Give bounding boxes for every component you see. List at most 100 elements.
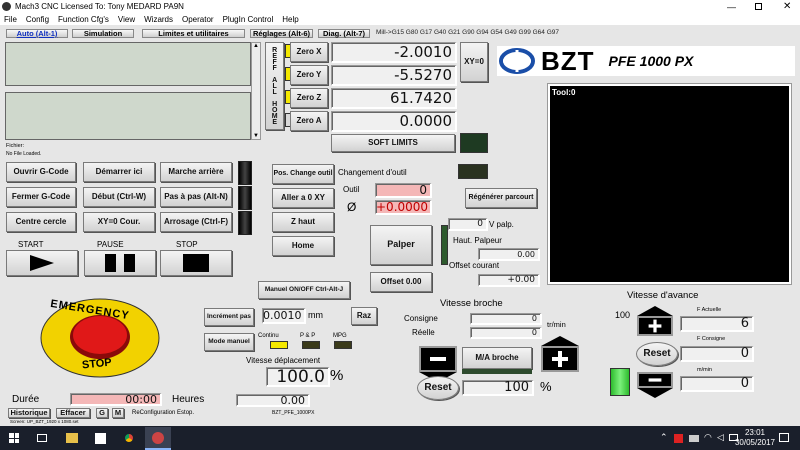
tab-simulation[interactable]: Simulation xyxy=(72,29,134,38)
reverse-run-button[interactable]: Marche arrière xyxy=(160,162,232,182)
task-view-icon[interactable] xyxy=(37,434,47,442)
menu-function-cfgs[interactable]: Function Cfg's xyxy=(58,15,109,24)
pause-button[interactable] xyxy=(84,250,156,276)
tab-diag[interactable]: Diag. (Alt-7) xyxy=(318,29,370,38)
mach3-taskbar-icon[interactable] xyxy=(145,427,171,450)
circle-center-button[interactable]: Centre cercle xyxy=(6,212,76,232)
single-step-button[interactable]: Pas à pas (Alt-N) xyxy=(160,187,232,207)
probe-button[interactable]: Palper xyxy=(370,225,432,265)
scroll-down-icon[interactable]: ▼ xyxy=(252,133,260,139)
tool-change-position-button[interactable]: Pos. Change outil xyxy=(272,164,334,184)
zero-y-button[interactable]: Zero Y xyxy=(290,65,328,85)
goto-xy0-button[interactable]: Aller a 0 XY xyxy=(272,188,334,208)
gcode-pane-bottom[interactable] xyxy=(5,92,251,140)
spindle-setpoint-dro[interactable]: 0 xyxy=(470,313,542,325)
jog-speed-dro[interactable]: 100.0 xyxy=(266,367,330,387)
tray-chevron-icon[interactable]: ⌃ xyxy=(660,432,668,443)
reconfig-estop-label[interactable]: ReConfiguration Estop. xyxy=(132,410,194,416)
brand-model: PFE 1000 PX xyxy=(608,53,694,69)
manual-onoff-button[interactable]: Manuel ON/OFF Ctrl-Alt-J xyxy=(258,281,350,299)
regenerate-toolpath-button[interactable]: Régénérer parcourt xyxy=(465,188,537,208)
feed-increase-button[interactable] xyxy=(637,316,673,336)
manual-mode-button[interactable]: Mode manuel xyxy=(204,333,254,351)
spindle-onoff-button[interactable]: M/A broche xyxy=(462,347,532,369)
z-high-button[interactable]: Z haut xyxy=(272,212,334,232)
start-here-button[interactable]: Démarrer ici xyxy=(83,162,155,182)
scroll-up-icon[interactable]: ▲ xyxy=(252,43,260,49)
gcode-pane-top[interactable] xyxy=(5,42,251,86)
menu-file[interactable]: File xyxy=(4,15,17,24)
probe-v-dro[interactable]: 0 xyxy=(448,218,488,231)
x-dro[interactable]: -2.0010 xyxy=(331,42,457,63)
spindle-percent-dro[interactable]: 100 xyxy=(462,380,534,396)
feed-setpoint-dro[interactable]: 0 xyxy=(680,346,754,362)
a-dro[interactable]: 0.0000 xyxy=(331,111,457,132)
clear-button[interactable]: Effacer xyxy=(56,408,90,418)
raz-button[interactable]: Raz xyxy=(351,307,377,325)
tab-auto[interactable]: Auto (Alt-1) xyxy=(6,29,68,38)
feed-decrease-button[interactable] xyxy=(637,372,673,388)
xy-zero-button[interactable]: XY=0 xyxy=(460,42,488,82)
clock-time[interactable]: 23:01 xyxy=(740,428,770,437)
menu-config[interactable]: Config xyxy=(26,15,49,24)
menu-help[interactable]: Help xyxy=(282,15,298,24)
tray-wifi-icon[interactable]: ◠ xyxy=(704,432,712,443)
xy0-current-button[interactable]: XY=0 Cour. xyxy=(83,212,155,232)
close-icon[interactable]: ✕ xyxy=(783,1,791,12)
feed-mmin-dro[interactable]: 0 xyxy=(680,376,754,392)
store-icon[interactable] xyxy=(95,433,106,444)
spindle-actual-dro[interactable]: 0 xyxy=(470,327,542,339)
feed-reset-button[interactable]: Reset xyxy=(636,342,678,366)
jog-extra-dro[interactable]: 0.00 xyxy=(236,394,310,407)
probe-height-dro[interactable]: 0.00 xyxy=(478,248,540,261)
clock-date[interactable]: 30/05/2017 xyxy=(732,438,778,447)
toolpath-display[interactable]: Tool:0 xyxy=(548,84,791,284)
menu-plugin-control[interactable]: PlugIn Control xyxy=(223,15,274,24)
tab-settings[interactable]: Réglages (Alt-6) xyxy=(250,29,313,38)
minimize-icon[interactable]: — xyxy=(727,2,736,12)
ref-all-home-button[interactable]: REFF ALL HOME xyxy=(265,42,284,130)
current-offset-dro[interactable]: +0.00 xyxy=(478,274,540,287)
zero-x-button[interactable]: Zero X xyxy=(290,42,328,62)
coolant-button[interactable]: Arrosage (Ctrl-F) xyxy=(160,212,232,232)
spindle-increase-button[interactable] xyxy=(541,346,579,372)
chrome-icon[interactable] xyxy=(123,432,135,444)
open-gcode-button[interactable]: Ouvrir G-Code xyxy=(6,162,76,182)
home-button[interactable]: Home xyxy=(272,236,334,256)
tab-limits[interactable]: Limites et utilitaires xyxy=(142,29,245,38)
maximize-icon[interactable] xyxy=(755,3,762,10)
stop-button[interactable] xyxy=(160,250,232,276)
emergency-stop-button[interactable]: EMERGENCY STOP xyxy=(40,298,160,378)
spindle-reset-button[interactable]: Reset xyxy=(417,376,459,400)
zero-a-button[interactable]: Zero A xyxy=(290,111,328,131)
tool-number-dro[interactable]: 0 xyxy=(375,183,432,198)
z-dro[interactable]: 61.7420 xyxy=(331,88,457,109)
jog-speed-label: Vitesse déplacement xyxy=(246,356,321,365)
tray-volume-icon[interactable]: ◁ xyxy=(717,432,724,443)
duration-dro[interactable]: 00:00 xyxy=(70,393,162,406)
gcode-scrollbar[interactable]: ▲ ▼ xyxy=(251,42,261,140)
tray-acrobat-icon[interactable] xyxy=(674,434,683,443)
m-codes-button[interactable]: M xyxy=(112,408,124,418)
y-dro[interactable]: -5.5270 xyxy=(331,65,457,86)
zero-z-button[interactable]: Zero Z xyxy=(290,88,328,108)
tray-device-icon[interactable] xyxy=(689,435,699,442)
windows-start-icon[interactable] xyxy=(9,433,19,443)
file-explorer-icon[interactable] xyxy=(66,433,78,443)
tool-diameter-dro[interactable]: +0.0000 xyxy=(375,200,432,215)
increment-dro[interactable]: 0.0010 xyxy=(262,308,306,324)
notifications-icon[interactable] xyxy=(779,433,789,442)
menu-view[interactable]: View xyxy=(118,15,135,24)
increment-step-button[interactable]: Incrément pas xyxy=(204,308,254,326)
feed-actual-dro[interactable]: 6 xyxy=(680,316,754,332)
menu-wizards[interactable]: Wizards xyxy=(144,15,173,24)
history-button[interactable]: Historique xyxy=(8,408,50,418)
g-codes-button[interactable]: G xyxy=(96,408,108,418)
offset-zero-button[interactable]: Offset 0.00 xyxy=(370,272,432,292)
soft-limits-button[interactable]: SOFT LIMITS xyxy=(331,134,455,152)
rewind-button[interactable]: Début (Ctrl-W) xyxy=(83,187,155,207)
spindle-decrease-button[interactable] xyxy=(419,346,457,372)
menu-operator[interactable]: Operator xyxy=(182,15,214,24)
start-button[interactable] xyxy=(6,250,78,276)
close-gcode-button[interactable]: Fermer G-Code xyxy=(6,187,76,207)
